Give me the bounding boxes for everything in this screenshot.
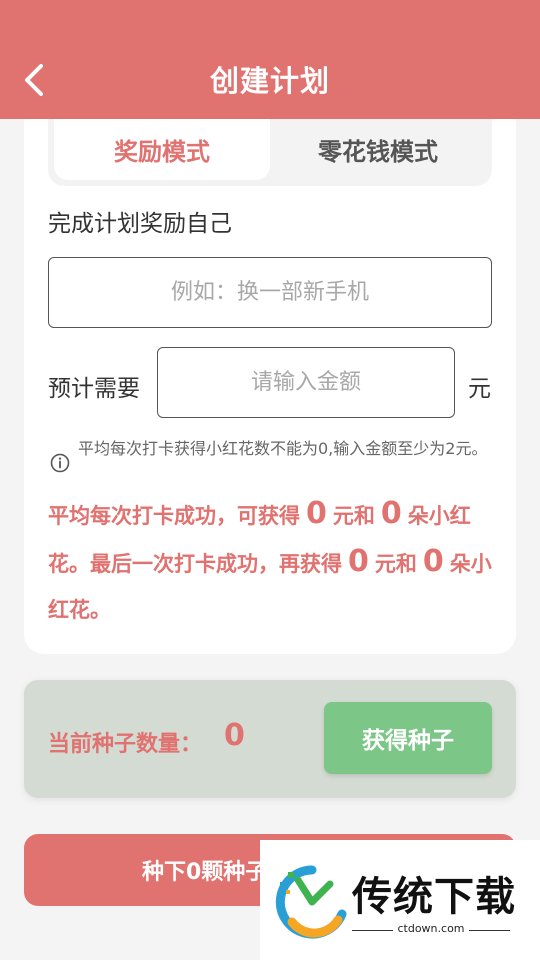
reward-label: 完成计划奖励自己 [48,211,232,237]
final-yuan: 0 [348,544,369,579]
app-header: 创建计划 [0,0,540,119]
watermark-title: 传统下载 [352,874,516,920]
expected-cost-label: 预计需要 [48,376,140,402]
tab-pocket-money-mode[interactable]: 零花钱模式 [270,119,486,180]
summary-text: 元和 [332,504,375,528]
watermark-domain-text: ctdown.com [393,922,469,935]
reward-input[interactable] [48,257,492,328]
mode-switch: 奖励模式 零花钱模式 [48,119,492,186]
summary-text: 平均每次打卡成功，可获得 [48,504,300,528]
page-title: 创建计划 [209,64,330,98]
info-icon [50,453,70,473]
currency-unit-label: 元 [468,376,491,402]
hint-text: 平均每次打卡获得小红花数不能为0,输入金额至少为2元。 [78,439,488,458]
seed-count: 0 [224,718,245,753]
summary-text: 元和 [374,552,417,576]
final-flowers: 0 [422,544,444,579]
per-checkin-flowers: 0 [380,496,402,531]
watermark-domain: ctdown.com [260,922,540,935]
seed-count-label: 当前种子数量： [48,732,203,757]
watermark: 传统下载 ctdown.com [260,840,540,960]
amount-input[interactable] [157,347,455,418]
tab-reward-mode[interactable]: 奖励模式 [54,119,270,180]
seed-panel: 当前种子数量： 0 获得种子 [24,680,516,798]
get-seeds-button[interactable]: 获得种子 [324,702,492,774]
plan-form-card: 奖励模式 零花钱模式 完成计划奖励自己 预计需要 元 平均每次打卡获得小红花数不… [24,119,516,654]
per-checkin-yuan: 0 [306,496,327,531]
reward-summary: 平均每次打卡成功，可获得 0 元和 0 朵小红花。最后一次打卡成功，再获得 0 元和 0 朵小红… [48,491,498,633]
